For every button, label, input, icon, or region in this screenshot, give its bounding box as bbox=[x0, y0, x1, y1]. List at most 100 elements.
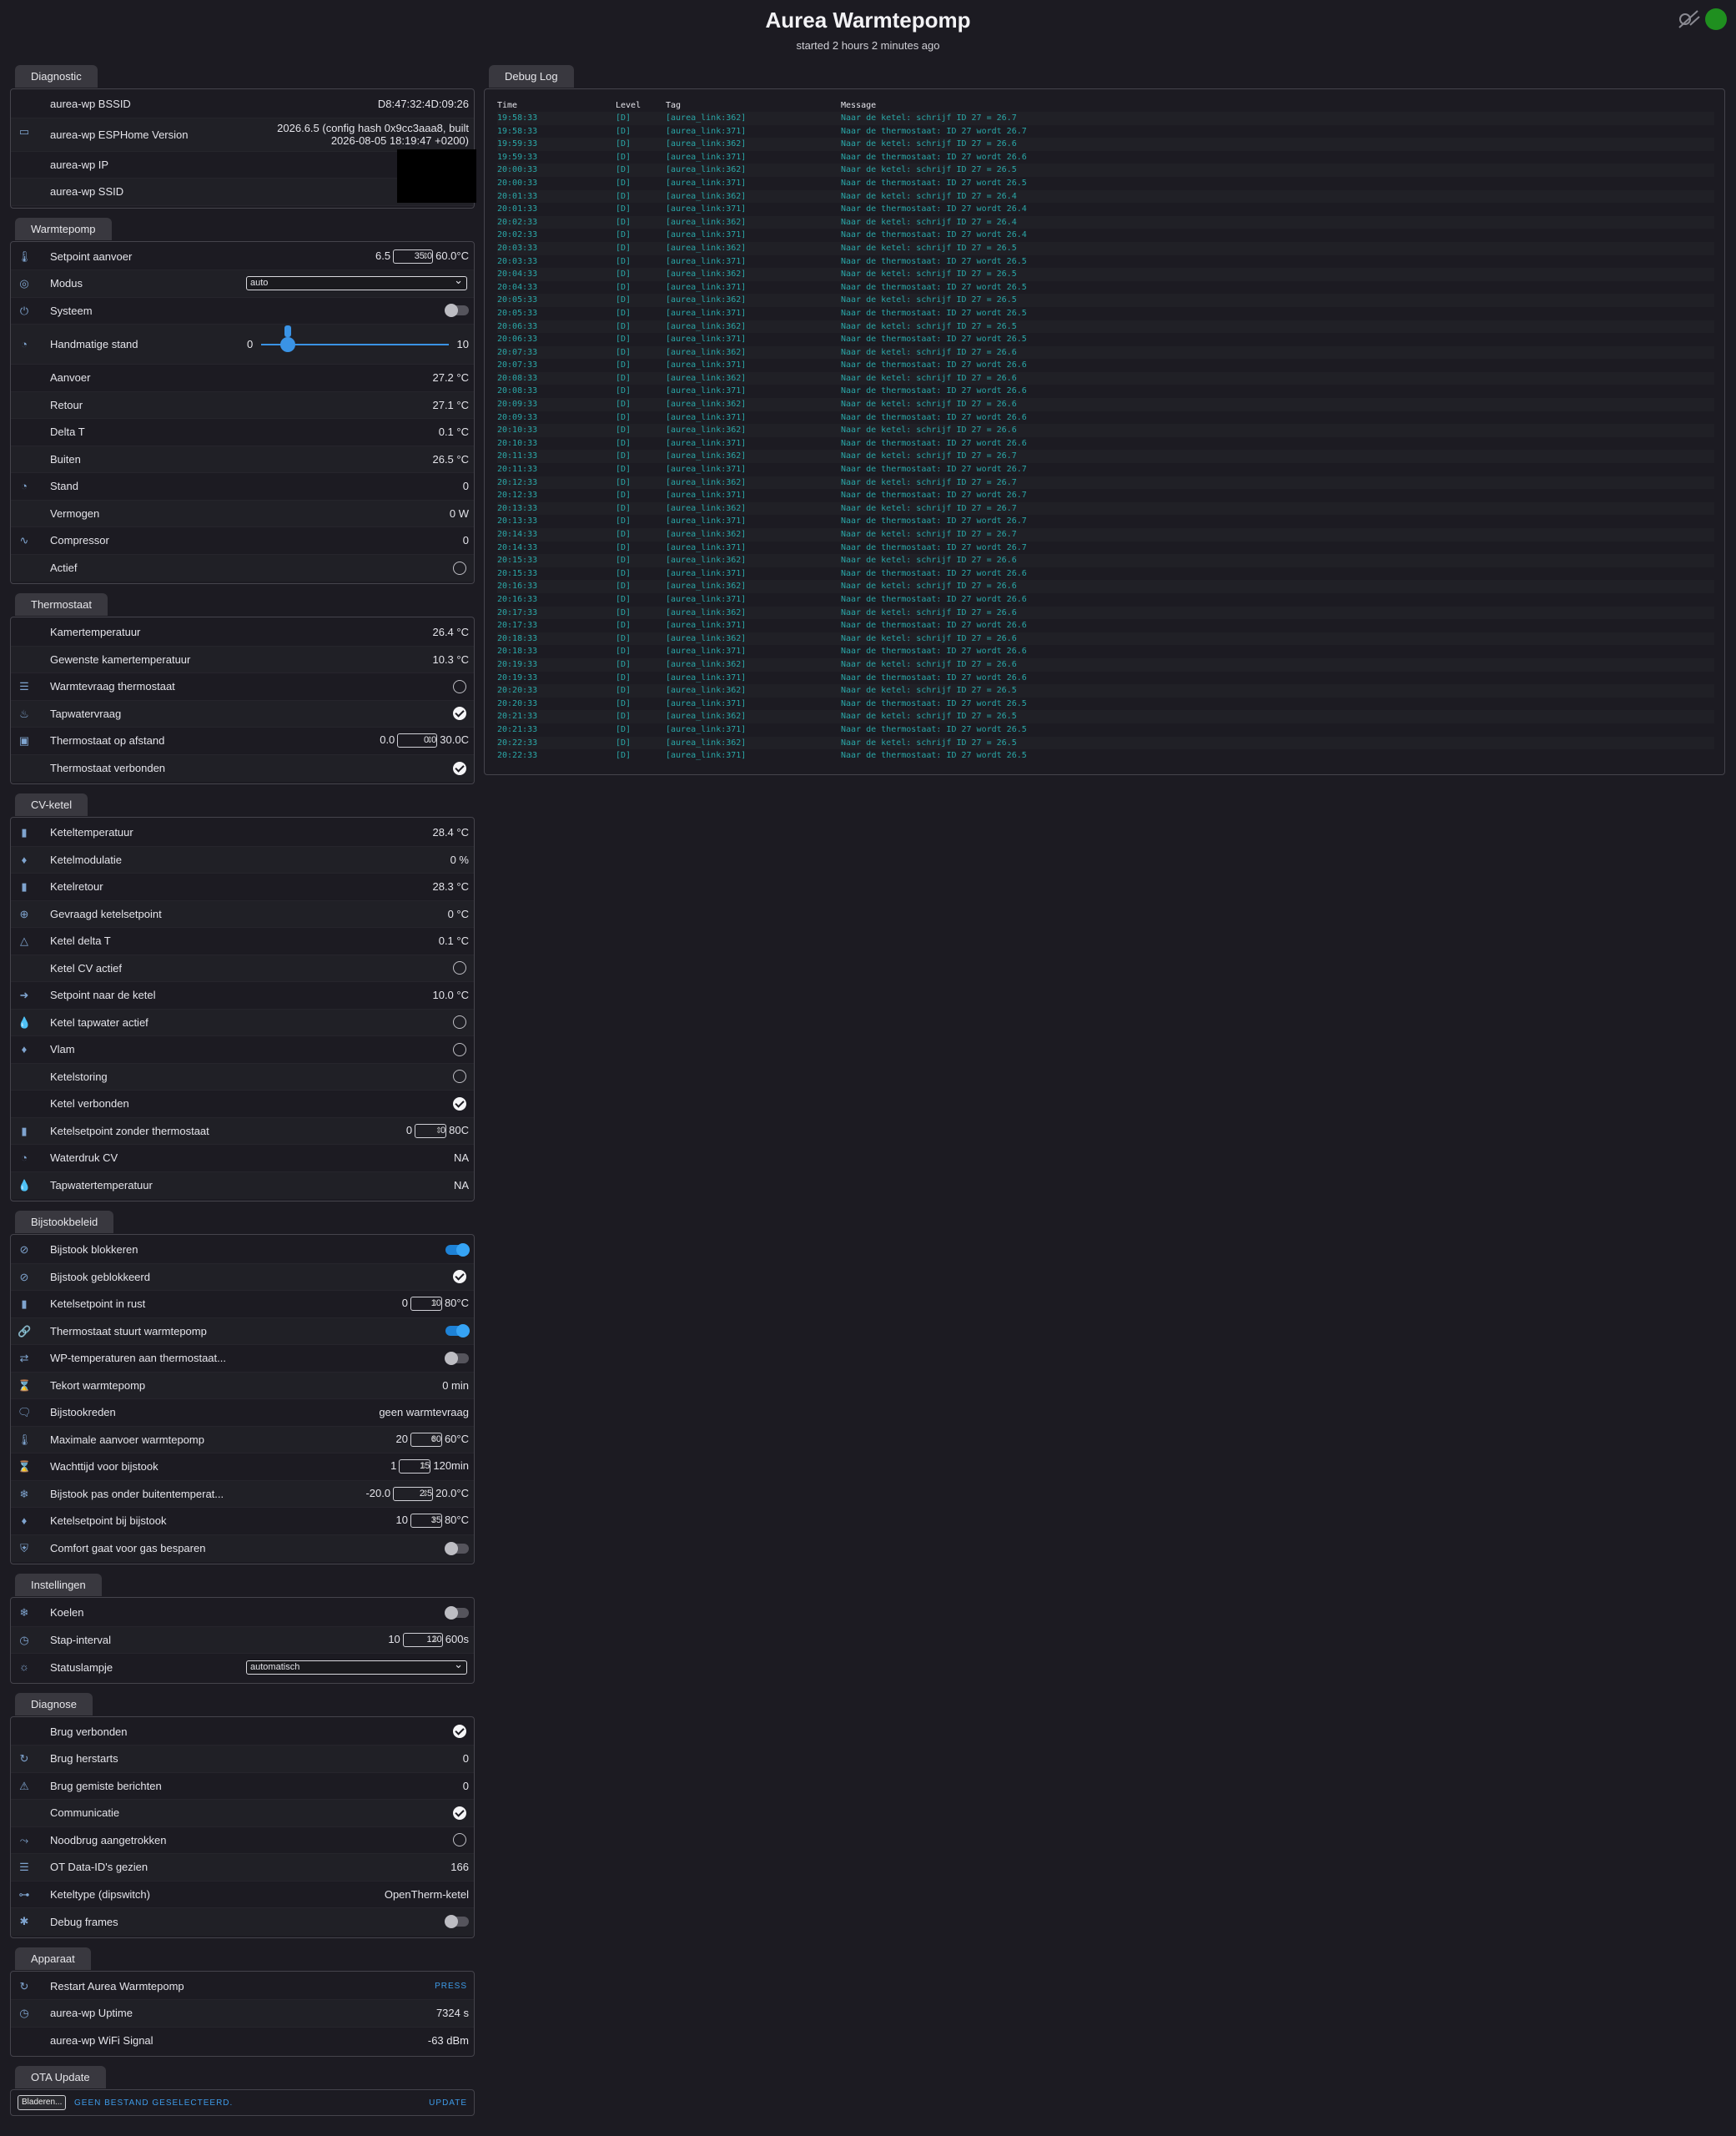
log-message: Naar de thermostaat: ID 27 wordt 26.7 bbox=[841, 126, 1027, 136]
gauge-icon: ◔ bbox=[21, 338, 28, 350]
col-tag: Tag bbox=[666, 101, 682, 110]
number-input[interactable]: 15 bbox=[399, 1459, 431, 1474]
log-row: 20:14:33 [D] [aurea_link:371] Naar de therm… bbox=[497, 542, 1714, 555]
log-level: [D] bbox=[616, 126, 632, 136]
statuslampje-select[interactable]: automatisch bbox=[246, 1658, 467, 1675]
row-ketelsetpoint-zonder: ▮Ketelsetpoint zonder thermostaat0080C bbox=[11, 1117, 474, 1145]
log-message: Naar de ketel: schrijf ID 27 = 26.6 bbox=[841, 633, 1017, 643]
log-time: 20:07:33 bbox=[497, 360, 538, 370]
log-time: 20:07:33 bbox=[497, 347, 538, 357]
log-time: 20:18:33 bbox=[497, 633, 538, 643]
press-button[interactable]: PRESS bbox=[435, 1982, 467, 1991]
number-input[interactable]: 0 bbox=[415, 1123, 447, 1138]
label: Brug verbonden bbox=[50, 1725, 128, 1738]
row-ketel-cv-actief: Ketel CV actief bbox=[11, 955, 474, 982]
log-tag: [aurea_link:371] bbox=[666, 516, 747, 526]
log-time: 20:05:33 bbox=[497, 308, 538, 318]
log-level: [D] bbox=[616, 386, 632, 396]
log-tag: [aurea_link:362] bbox=[666, 633, 747, 643]
log-level: [D] bbox=[616, 270, 632, 280]
label: Statuslampje bbox=[50, 1660, 113, 1674]
log-level: [D] bbox=[616, 335, 632, 345]
number-input[interactable]: 60 bbox=[410, 1432, 442, 1447]
number-input[interactable]: 120 bbox=[402, 1632, 443, 1647]
log-row: 20:05:33 [D] [aurea_link:362] Naar de ketel… bbox=[497, 294, 1714, 307]
label: OT Data-ID's gezien bbox=[50, 1861, 148, 1874]
number-input[interactable]: 2.5 bbox=[393, 1486, 434, 1501]
thermostat-icon: ▣ bbox=[18, 734, 30, 747]
log-time: 20:12:33 bbox=[497, 477, 538, 487]
update-button[interactable]: UPDATE bbox=[429, 2098, 467, 2108]
log-row: 20:10:33 [D] [aurea_link:371] Naar de therm… bbox=[497, 437, 1714, 451]
systeem-toggle[interactable] bbox=[445, 304, 469, 318]
log-tag: [aurea_link:362] bbox=[666, 295, 747, 305]
log-message: Naar de ketel: schrijf ID 27 = 26.4 bbox=[841, 217, 1017, 227]
max: 600s bbox=[445, 1632, 469, 1645]
log-time: 20:13:33 bbox=[497, 516, 538, 526]
tab-ota-update: OTA Update bbox=[15, 2066, 106, 2088]
redacted-block bbox=[397, 149, 476, 203]
log-time: 20:22:33 bbox=[497, 751, 538, 761]
row-ketel-verbonden: Ketel verbonden bbox=[11, 1091, 474, 1118]
log-message: Naar de ketel: schrijf ID 27 = 26.6 bbox=[841, 659, 1017, 669]
brug-indicator bbox=[453, 1725, 466, 1739]
log-row: 20:18:33 [D] [aurea_link:362] Naar de ketel… bbox=[497, 632, 1714, 646]
log-time: 20:00:33 bbox=[497, 165, 538, 175]
label: Handmatige stand bbox=[50, 338, 138, 350]
log-time: 20:06:33 bbox=[497, 321, 538, 331]
number-control: 0080C bbox=[406, 1124, 469, 1138]
number-input[interactable]: 35.0 bbox=[393, 249, 434, 264]
log-message: Naar de thermostaat: ID 27 wordt 26.5 bbox=[841, 256, 1027, 266]
number-input[interactable]: 0.0 bbox=[397, 733, 438, 748]
comfort-toggle[interactable] bbox=[445, 1541, 469, 1555]
blokkeren-toggle[interactable] bbox=[445, 1242, 470, 1257]
number-input[interactable]: 10 bbox=[410, 1297, 442, 1312]
slider-handle[interactable] bbox=[280, 337, 295, 352]
row-keteltype: ⊶ Keteltype (dipswitch) OpenTherm-ketel bbox=[11, 1882, 474, 1908]
no-file-label: GEEN BESTAND GESELECTEERD. bbox=[74, 2098, 234, 2108]
modus-select[interactable]: auto bbox=[246, 274, 467, 291]
log-row: 20:16:33 [D] [aurea_link:371] Naar de therm… bbox=[497, 593, 1714, 607]
tapwatervraag-indicator bbox=[453, 707, 466, 721]
log-row: 20:08:33 [D] [aurea_link:362] Naar de ketel… bbox=[497, 371, 1714, 385]
log-level: [D] bbox=[616, 178, 632, 188]
row-retour: Retour 27.1 °C bbox=[11, 391, 474, 419]
row-bijstook-onder: ❄ Bijstook pas onder buitentemperat... -20… bbox=[11, 1480, 474, 1508]
log-row: 20:19:33 [D] [aurea_link:371] Naar de therm… bbox=[497, 672, 1714, 685]
log-time: 20:03:33 bbox=[497, 243, 538, 253]
label: aurea-wp IP bbox=[50, 158, 109, 171]
log-level: [D] bbox=[616, 698, 632, 708]
log-row: 20:20:33 [D] [aurea_link:362] Naar de ketel… bbox=[497, 684, 1714, 698]
stuurt-toggle[interactable] bbox=[445, 1324, 470, 1338]
log-message: Naar de thermostaat: ID 27 wordt 26.6 bbox=[841, 568, 1027, 578]
label: Wachttijd voor bijstook bbox=[50, 1460, 159, 1474]
koelen-toggle[interactable] bbox=[445, 1605, 469, 1620]
log-level: [D] bbox=[616, 491, 632, 501]
fire-off-icon: ⊘ bbox=[19, 1270, 29, 1283]
number-input[interactable]: 35 bbox=[410, 1514, 442, 1529]
log-time: 20:20:33 bbox=[497, 686, 538, 696]
log-row: 20:10:33 [D] [aurea_link:362] Naar de ketel… bbox=[497, 424, 1714, 437]
thermometer-water-icon: 🌡 bbox=[18, 249, 32, 263]
log-message: Naar de ketel: schrijf ID 27 = 26.6 bbox=[841, 373, 1017, 383]
connection-status-dot bbox=[1705, 8, 1727, 30]
log-level: [D] bbox=[616, 556, 632, 566]
wptemp-toggle[interactable] bbox=[445, 1351, 469, 1365]
debug-toggle[interactable] bbox=[445, 1915, 469, 1929]
color-scheme-toggle-icon[interactable] bbox=[1677, 8, 1700, 30]
log-row: 20:15:33 [D] [aurea_link:371] Naar de therm… bbox=[497, 567, 1714, 581]
log-time: 19:58:33 bbox=[497, 126, 538, 136]
log-message: Naar de ketel: schrijf ID 27 = 26.7 bbox=[841, 477, 1017, 487]
log-level: [D] bbox=[616, 282, 632, 292]
label: Systeem bbox=[50, 304, 93, 317]
log-tag: [aurea_link:362] bbox=[666, 503, 747, 513]
browse-button[interactable]: Bladeren... bbox=[18, 2095, 67, 2110]
log-tag: [aurea_link:371] bbox=[666, 256, 747, 266]
log-time: 20:02:33 bbox=[497, 217, 538, 227]
label: Koelen bbox=[50, 1606, 84, 1620]
log-level: [D] bbox=[616, 295, 632, 305]
log-level: [D] bbox=[616, 477, 632, 487]
log-time: 20:22:33 bbox=[497, 738, 538, 748]
log-message: Naar de ketel: schrijf ID 27 = 26.6 bbox=[841, 556, 1017, 566]
handmatige-slider[interactable] bbox=[261, 325, 449, 352]
